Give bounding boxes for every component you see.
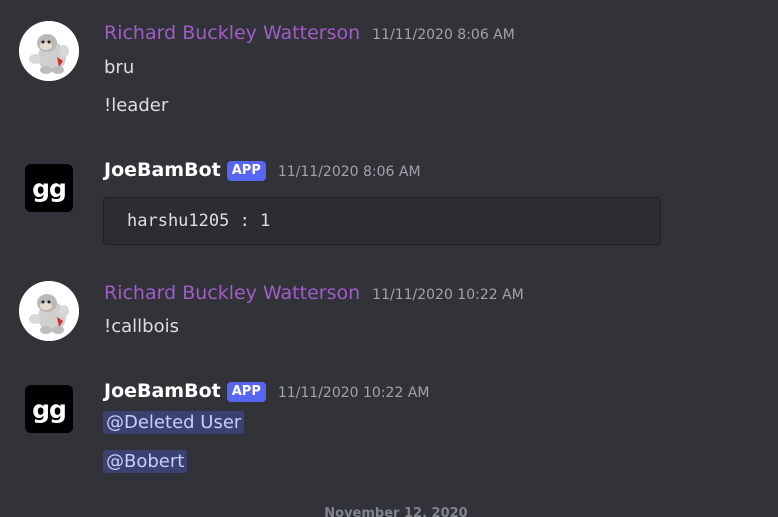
user-avatar[interactable] bbox=[19, 281, 79, 341]
message-header: Richard Buckley Watterson 11/11/2020 8:0… bbox=[104, 22, 515, 44]
gorilla-avatar-icon bbox=[19, 281, 79, 341]
user-mention[interactable]: @Deleted User bbox=[103, 411, 245, 434]
code-block: harshu1205 : 1 bbox=[103, 197, 661, 245]
username[interactable]: Richard Buckley Watterson bbox=[104, 22, 360, 44]
message-timestamp[interactable]: 11/11/2020 10:22 AM bbox=[278, 385, 430, 401]
user-mention[interactable]: @Bobert bbox=[103, 450, 188, 473]
bot-avatar[interactable]: gg bbox=[25, 164, 73, 212]
user-avatar[interactable] bbox=[19, 21, 79, 81]
date-divider: November 12, 2020 bbox=[0, 506, 778, 517]
message-timestamp[interactable]: 11/11/2020 8:06 AM bbox=[372, 27, 515, 43]
message-header: JoeBamBot APP 11/11/2020 10:22 AM bbox=[104, 380, 429, 404]
message-text: !leader bbox=[104, 95, 169, 116]
message-timestamp[interactable]: 11/11/2020 8:06 AM bbox=[278, 164, 421, 180]
message-header: JoeBamBot APP 11/11/2020 8:06 AM bbox=[104, 159, 421, 183]
chat-message-list: Richard Buckley Watterson 11/11/2020 8:0… bbox=[0, 0, 778, 517]
username[interactable]: Richard Buckley Watterson bbox=[104, 282, 360, 304]
message-text: bru bbox=[104, 57, 135, 78]
username[interactable]: JoeBamBot bbox=[104, 159, 221, 181]
message-text: !callbois bbox=[104, 316, 179, 337]
code-text: harshu1205 : 1 bbox=[127, 211, 271, 231]
message-timestamp[interactable]: 11/11/2020 10:22 AM bbox=[372, 287, 524, 303]
app-badge: APP bbox=[226, 161, 266, 181]
username[interactable]: JoeBamBot bbox=[104, 380, 221, 402]
date-divider-label: November 12, 2020 bbox=[324, 506, 468, 517]
gorilla-avatar-icon bbox=[19, 21, 79, 81]
bot-avatar[interactable]: gg bbox=[25, 385, 73, 433]
message-header: Richard Buckley Watterson 11/11/2020 10:… bbox=[104, 282, 524, 304]
app-badge: APP bbox=[226, 382, 266, 402]
